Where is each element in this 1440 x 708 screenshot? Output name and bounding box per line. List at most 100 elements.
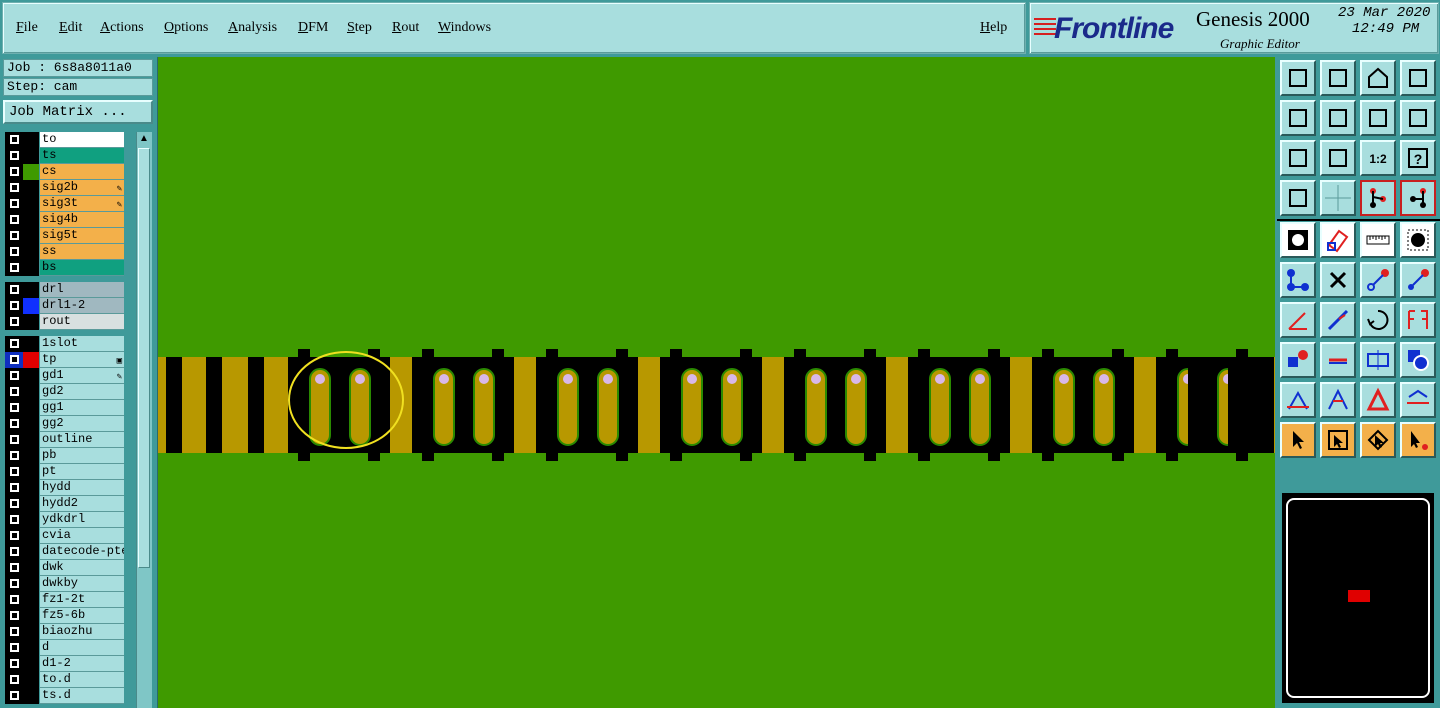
layer-checkbox[interactable] — [5, 336, 23, 352]
window-icon[interactable] — [1400, 60, 1436, 96]
layer-name[interactable]: sig2b ✎ — [40, 180, 124, 196]
layer-row-gg1[interactable]: gg1 — [5, 400, 126, 416]
layer-name[interactable]: ss — [40, 244, 124, 260]
layer-checkbox[interactable] — [5, 480, 23, 496]
layer-color-swatch[interactable] — [23, 336, 39, 352]
arc4-icon[interactable] — [1400, 382, 1436, 418]
layer-checkbox[interactable] — [5, 180, 23, 196]
layer-row-outline[interactable]: outline — [5, 432, 126, 448]
shapes-icon[interactable] — [1400, 342, 1436, 378]
layer-name[interactable]: datecode-pte — [40, 544, 124, 560]
layer-row-drl[interactable]: drl — [5, 282, 126, 298]
layer-checkbox[interactable] — [5, 416, 23, 432]
layer-row-tp[interactable]: tp ▣ — [5, 352, 126, 368]
layer-color-swatch[interactable] — [23, 244, 39, 260]
layer-checkbox[interactable] — [5, 544, 23, 560]
home-icon[interactable] — [1360, 60, 1396, 96]
layer-row-dwkby[interactable]: dwkby — [5, 576, 126, 592]
layer-checkbox[interactable] — [5, 448, 23, 464]
layer-checkbox[interactable] — [5, 244, 23, 260]
layer-color-swatch[interactable] — [23, 148, 39, 164]
job-matrix-button[interactable]: Job Matrix ... — [3, 100, 153, 124]
layer-name[interactable]: sig5t — [40, 228, 124, 244]
layer-checkbox[interactable] — [5, 640, 23, 656]
layer-color-swatch[interactable] — [23, 448, 39, 464]
layer-color-swatch[interactable] — [23, 432, 39, 448]
layer-name[interactable]: to — [40, 132, 124, 148]
layer-name[interactable]: to.d — [40, 672, 124, 688]
layer-color-swatch[interactable] — [23, 368, 39, 384]
layer-color-swatch[interactable] — [23, 512, 39, 528]
layer-color-swatch[interactable] — [23, 688, 39, 704]
delete-icon[interactable] — [1320, 262, 1356, 298]
select2-icon[interactable] — [1360, 422, 1396, 458]
pointer-icon[interactable] — [1280, 422, 1316, 458]
layer-row-biaozhu[interactable]: biaozhu — [5, 624, 126, 640]
layer-name[interactable]: fz5-6b — [40, 608, 124, 624]
layer-checkbox[interactable] — [5, 592, 23, 608]
layer-row-hydd2[interactable]: hydd2 — [5, 496, 126, 512]
layer-color-swatch[interactable] — [23, 384, 39, 400]
layer-checkbox[interactable] — [5, 132, 23, 148]
arc3-icon[interactable] — [1360, 382, 1396, 418]
menu-file[interactable]: File — [16, 20, 38, 36]
layer-checkbox[interactable] — [5, 656, 23, 672]
layer-row-dwk[interactable]: dwk — [5, 560, 126, 576]
layer-color-swatch[interactable] — [23, 592, 39, 608]
ratio-icon[interactable]: 1:2 — [1360, 140, 1396, 176]
layer-color-swatch[interactable] — [23, 480, 39, 496]
layer-checkbox[interactable] — [5, 608, 23, 624]
layer-row-hydd[interactable]: hydd — [5, 480, 126, 496]
layer-name[interactable]: drl1-2 — [40, 298, 124, 314]
layer-name[interactable]: biaozhu — [40, 624, 124, 640]
layer-checkbox[interactable] — [5, 368, 23, 384]
layer-row-fz5-6b[interactable]: fz5-6b — [5, 608, 126, 624]
layer-checkbox[interactable] — [5, 560, 23, 576]
angle-icon[interactable] — [1280, 302, 1316, 338]
layer-row-ts[interactable]: ts — [5, 148, 126, 164]
layer-color-swatch[interactable] — [23, 464, 39, 480]
layer-color-swatch[interactable] — [23, 608, 39, 624]
arc-icon[interactable] — [1280, 382, 1316, 418]
layer-checkbox[interactable] — [5, 314, 23, 330]
layer-color-swatch[interactable] — [23, 656, 39, 672]
layer-row-gd2[interactable]: gd2 — [5, 384, 126, 400]
rotate-icon[interactable] — [1360, 302, 1396, 338]
feature-icon[interactable] — [1280, 342, 1316, 378]
layer-checkbox[interactable] — [5, 228, 23, 244]
layer-checkbox[interactable] — [5, 148, 23, 164]
undo-view-icon[interactable] — [1360, 100, 1396, 136]
pan-left-icon[interactable] — [1280, 100, 1316, 136]
menu-dfm[interactable]: DFM — [298, 20, 328, 36]
layer-checkbox[interactable] — [5, 528, 23, 544]
layer-color-swatch[interactable] — [23, 544, 39, 560]
menu-edit[interactable]: Edit — [59, 20, 82, 36]
layer-color-swatch[interactable] — [23, 528, 39, 544]
layer-checkbox[interactable] — [5, 260, 23, 276]
layer-color-swatch[interactable] — [23, 180, 39, 196]
route-icon[interactable] — [1400, 100, 1436, 136]
layer-row-1slot[interactable]: 1slot — [5, 336, 126, 352]
layer-checkbox[interactable] — [5, 624, 23, 640]
line-edit-icon[interactable] — [1320, 302, 1356, 338]
zoom-down-icon[interactable] — [1320, 60, 1356, 96]
transform-icon[interactable] — [1320, 222, 1356, 258]
layer-row-sig3t[interactable]: sig3t ✎ — [5, 196, 126, 212]
help-icon[interactable]: ? — [1400, 140, 1436, 176]
layer-color-swatch[interactable] — [23, 560, 39, 576]
center-icon[interactable] — [1320, 140, 1356, 176]
pan-right-icon[interactable] — [1320, 100, 1356, 136]
scroll-thumb[interactable] — [138, 148, 150, 568]
layer-row-cvia[interactable]: cvia — [5, 528, 126, 544]
minus-icon[interactable] — [1320, 342, 1356, 378]
layer-name[interactable]: fz1-2t — [40, 592, 124, 608]
layer-color-swatch[interactable] — [23, 132, 39, 148]
layer-row-datecode-pte[interactable]: datecode-pte — [5, 544, 126, 560]
layer-checkbox[interactable] — [5, 352, 23, 368]
net-edit-icon[interactable] — [1400, 180, 1436, 216]
layer-checkbox[interactable] — [5, 400, 23, 416]
layer-name[interactable]: d — [40, 640, 124, 656]
layer-checkbox[interactable] — [5, 432, 23, 448]
minimap-viewport[interactable] — [1348, 590, 1370, 602]
layer-row-sig5t[interactable]: sig5t — [5, 228, 126, 244]
